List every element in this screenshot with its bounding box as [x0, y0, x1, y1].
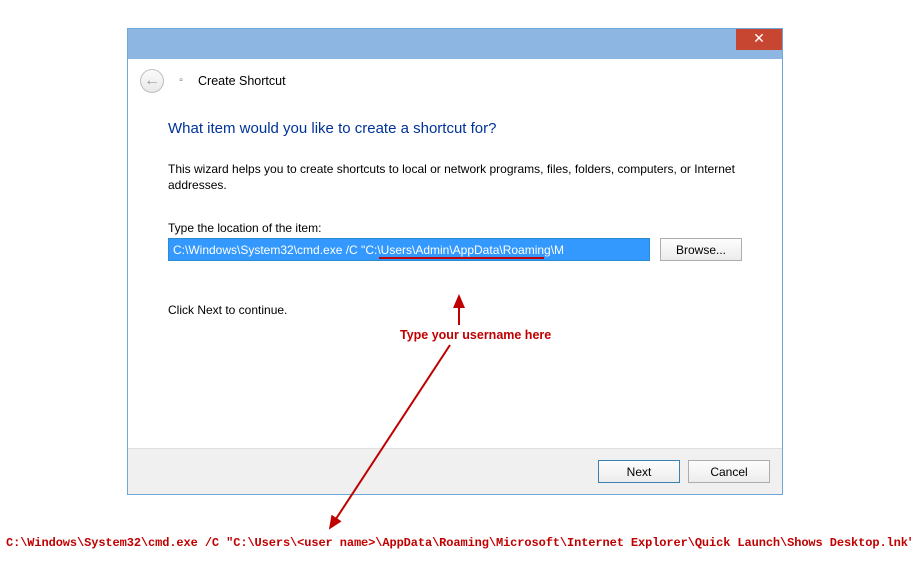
window-title: Create Shortcut: [198, 74, 286, 88]
wizard-header: ← ▫ Create Shortcut: [128, 59, 782, 102]
back-arrow-icon: ←: [144, 72, 160, 90]
cancel-button[interactable]: Cancel: [688, 460, 770, 483]
wizard-footer: Next Cancel: [128, 448, 782, 494]
location-input[interactable]: [169, 239, 649, 260]
location-label: Type the location of the item:: [168, 221, 742, 235]
wizard-description: This wizard helps you to create shortcut…: [168, 161, 742, 193]
annotation-username-hint: Type your username here: [400, 328, 551, 342]
location-input-wrap: [168, 238, 650, 261]
close-icon: ✕: [753, 30, 765, 46]
create-shortcut-dialog: ✕ ← ▫ Create Shortcut What item would yo…: [127, 28, 783, 495]
wizard-heading: What item would you like to create a sho…: [168, 120, 742, 137]
back-button[interactable]: ←: [140, 69, 164, 93]
annotation-full-path: C:\Windows\System32\cmd.exe /C "C:\Users…: [6, 536, 912, 550]
shortcut-icon: ▫: [174, 74, 188, 88]
titlebar: ✕: [128, 29, 782, 59]
browse-button[interactable]: Browse...: [660, 238, 742, 261]
continue-hint: Click Next to continue.: [168, 303, 742, 317]
wizard-content: What item would you like to create a sho…: [128, 102, 782, 327]
next-button[interactable]: Next: [598, 460, 680, 483]
close-button[interactable]: ✕: [736, 29, 782, 50]
